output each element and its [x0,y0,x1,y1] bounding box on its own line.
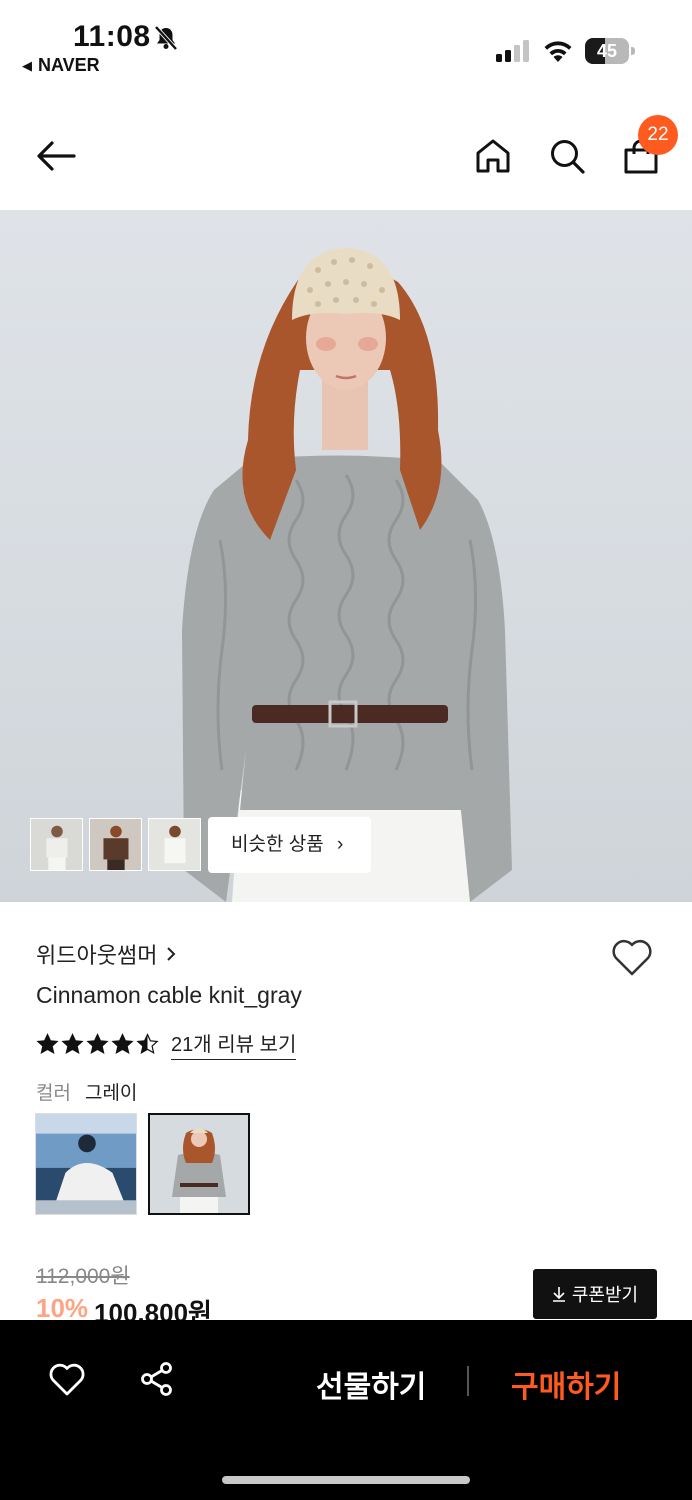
star-full-icon [36,1032,59,1054]
battery-indicator: 45 [585,38,635,64]
thumbnail-1[interactable] [30,818,83,871]
buy-button[interactable]: 구매하기 [511,1362,621,1406]
original-price: 112,000원 [36,1265,130,1288]
similar-products-label: 비슷한 상품 [231,834,324,855]
thumbnail-3[interactable] [148,818,201,871]
coupon-label: 쿠폰받기 [571,1285,639,1305]
brand-name: 위드아웃썸머 [36,943,158,968]
home-indicator [222,1476,470,1484]
model-photo [182,248,512,902]
home-icon[interactable] [474,137,512,175]
bell-muted-icon [154,25,178,51]
product-name: Cinnamon cable knit_gray [36,982,302,1008]
thumbnail-2[interactable] [89,818,142,871]
status-bar: 11:08 ◀ NAVER 45 [0,0,692,90]
heart-icon[interactable] [48,1361,86,1397]
image-thumbnails [30,818,201,871]
battery-level: 45 [596,41,618,61]
color-value: 그레이 [84,1083,138,1104]
color-label: 컬러 [36,1083,71,1104]
top-nav: 22 [0,100,692,210]
color-option-2-selected[interactable] [148,1113,250,1215]
review-link[interactable]: 21개 리뷰 보기 [171,1028,297,1060]
wifi-icon [544,41,572,62]
status-time: 11:08 [73,20,151,53]
back-app-label: NAVER [38,55,100,75]
bottom-action-bar: 선물하기 구매하기 [0,1320,692,1500]
star-half-icon [136,1032,159,1054]
wishlist-heart-icon[interactable] [610,937,654,977]
cart-count-badge: 22 [638,115,678,155]
chevron-right-icon: › [336,834,344,855]
rating-stars [36,1032,159,1056]
divider [467,1366,469,1396]
share-icon[interactable] [139,1361,175,1397]
coupon-download-button[interactable]: 쿠폰받기 [533,1269,657,1319]
search-icon[interactable] [548,137,586,175]
back-to-app-link[interactable]: ◀ NAVER [22,55,100,76]
similar-products-button[interactable]: 비슷한 상품 › [208,817,371,873]
color-option-1[interactable] [35,1113,137,1215]
star-full-icon [61,1032,84,1054]
rating-row: 21개 리뷰 보기 [36,1028,297,1060]
back-triangle-icon: ◀ [22,57,32,73]
cellular-signal-icon [496,40,529,62]
color-row: 컬러 그레이 [36,1078,137,1105]
gift-button[interactable]: 선물하기 [316,1362,426,1406]
back-arrow-icon[interactable] [34,138,78,174]
product-main-image[interactable] [0,210,692,902]
star-full-icon [111,1032,134,1054]
star-full-icon [86,1032,109,1054]
download-icon [552,1287,565,1302]
chevron-right-icon [167,947,176,961]
brand-link[interactable]: 위드아웃썸머 [36,938,177,970]
